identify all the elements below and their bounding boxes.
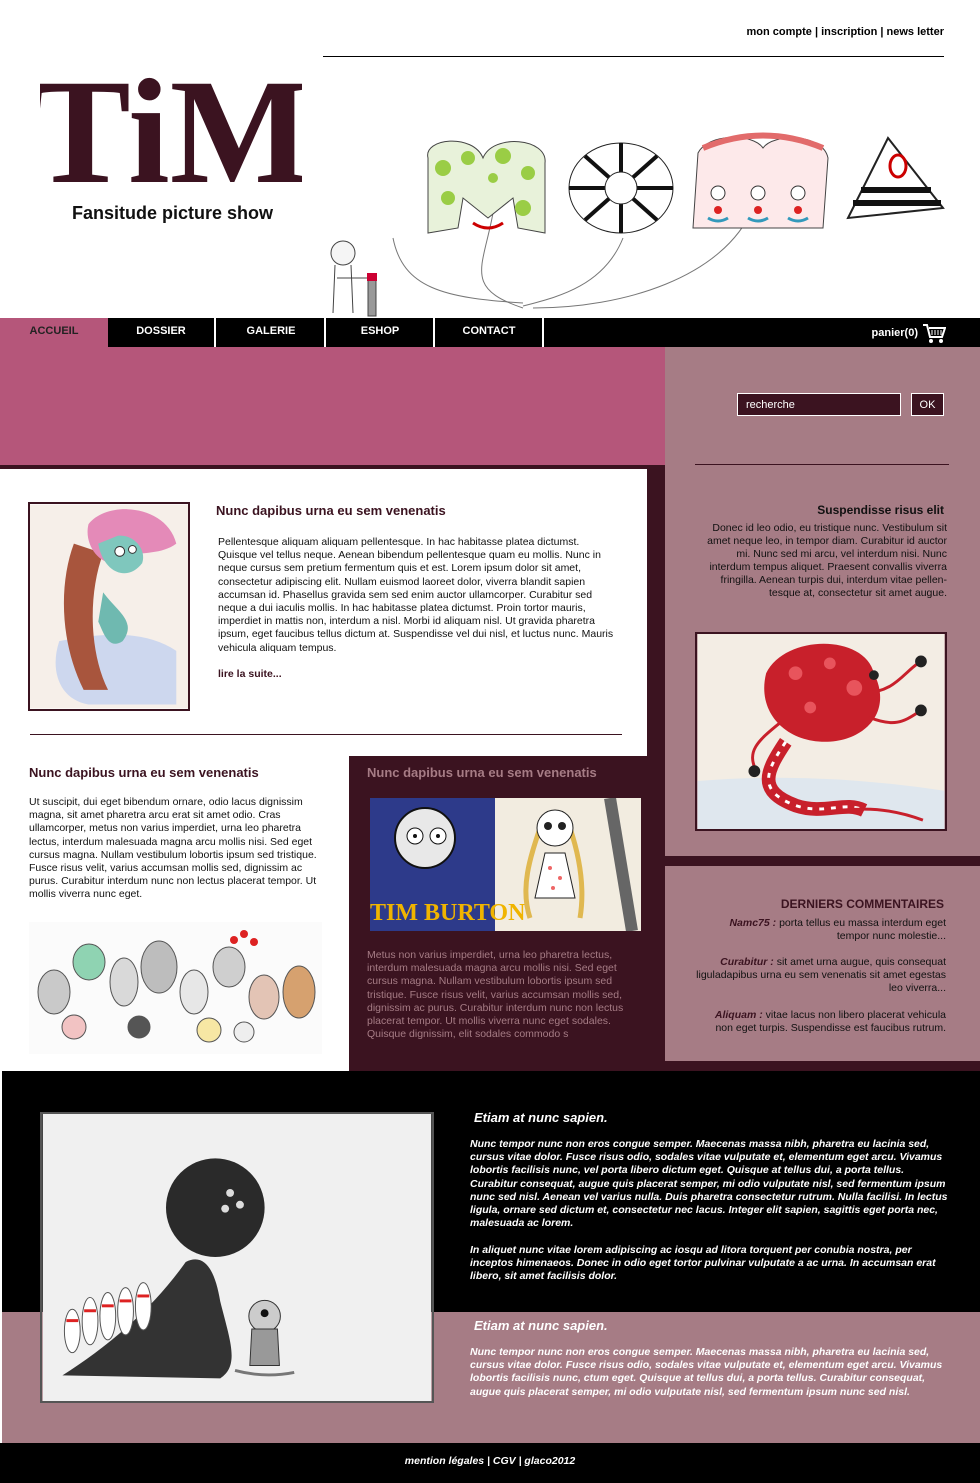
cart-icon[interactable] xyxy=(922,322,946,344)
hero-band xyxy=(0,347,665,465)
article3-image-text: TIM BURTON xyxy=(370,900,526,926)
article2-title[interactable]: Nunc dapibus urna eu sem venenatis xyxy=(29,765,259,780)
link-mon-compte[interactable]: mon compte xyxy=(746,26,811,38)
nav-accueil[interactable]: ACCUEIL xyxy=(0,318,108,347)
logo-text: TiM xyxy=(40,49,302,192)
main-nav: ACCUEIL DOSSIER GALERIE ESHOP CONTACT pa… xyxy=(0,318,980,347)
nav-galerie[interactable]: GALERIE xyxy=(218,318,326,347)
article1-image[interactable] xyxy=(28,502,190,711)
feature-text-1: Nunc tempor nunc non eros congue semper.… xyxy=(470,1138,948,1230)
article3-image[interactable]: TIM BURTON xyxy=(370,798,641,931)
article2-characters-image[interactable] xyxy=(29,922,322,1054)
feature-title-2: Etiam at nunc sapien. xyxy=(474,1318,608,1333)
balloon-banner-illustration xyxy=(330,132,945,317)
feature-text-3: Nunc tempor nunc non eros congue semper.… xyxy=(470,1346,943,1398)
comment-item[interactable]: Curabitur : sit amet urna augue, quis co… xyxy=(696,956,946,995)
article3-title[interactable]: Nunc dapibus urna eu sem venenatis xyxy=(367,765,597,780)
sidebar-divider xyxy=(695,464,949,465)
article-divider xyxy=(30,734,622,735)
search-ok-button[interactable]: OK xyxy=(911,393,944,416)
sidebar-text: Donec id leo odio, eu tristique nunc. Ve… xyxy=(707,522,947,599)
header-divider xyxy=(323,56,944,57)
search-input[interactable] xyxy=(737,393,901,416)
nav-contact[interactable]: CONTACT xyxy=(436,318,544,347)
link-newsletter[interactable]: news letter xyxy=(887,26,944,38)
article1-read-more-link[interactable]: lire la suite... xyxy=(218,668,282,680)
content-frame xyxy=(647,465,665,756)
comments-title: DERNIERS COMMENTAIRES xyxy=(780,897,944,911)
article1-title[interactable]: Nunc dapibus urna eu sem venenatis xyxy=(216,503,446,518)
sidebar-gap xyxy=(665,856,980,866)
comment-item[interactable]: Namc75 : porta tellus eu massa interdum … xyxy=(696,917,946,943)
nav-eshop[interactable]: ESHOP xyxy=(327,318,435,347)
footer-links[interactable]: mention légales | CGV | glaco2012 xyxy=(0,1455,980,1467)
feature-bowling-image[interactable] xyxy=(40,1112,434,1403)
article3-text: Metus non varius imperdiet, urna leo pha… xyxy=(367,949,624,1041)
article1-text: Pellentesque aliquam aliquam pellentesqu… xyxy=(218,536,614,654)
link-inscription[interactable]: inscription xyxy=(821,26,877,38)
cart-link[interactable]: panier(0) xyxy=(872,318,918,348)
comments-border xyxy=(665,1061,980,1071)
band-border xyxy=(0,465,665,469)
top-links: mon compte | inscription | news letter xyxy=(746,26,944,38)
comment-item[interactable]: Aliquam : vitae lacus non libero placera… xyxy=(696,1009,946,1035)
tagline: Fansitude picture show xyxy=(72,203,274,223)
nav-dossier[interactable]: DOSSIER xyxy=(108,318,216,347)
feature-text-2: In aliquet nunc vitae lorem adipiscing a… xyxy=(470,1244,936,1283)
tim-logo[interactable]: TiM xyxy=(40,42,302,192)
feature-title-1: Etiam at nunc sapien. xyxy=(474,1110,608,1125)
sidebar-octopus-image[interactable] xyxy=(695,632,947,831)
article2-text: Ut suscipit, dui eget bibendum ornare, o… xyxy=(29,796,317,901)
sidebar-title: Suspendisse risus elit xyxy=(817,503,944,517)
